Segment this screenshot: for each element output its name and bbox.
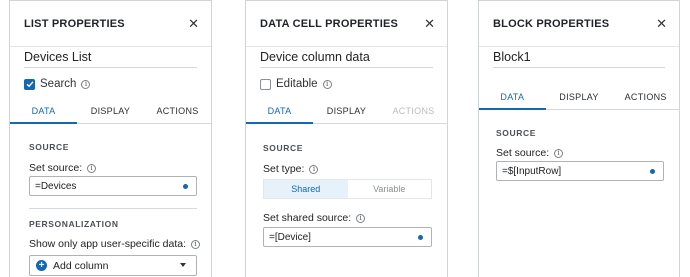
show-only-label: Show only app user-specific data: [29,238,187,250]
editable-checkbox[interactable] [260,78,271,90]
cell-name-field[interactable]: Device column data [260,47,433,68]
set-source-label-row: Set source: i [496,147,564,159]
show-only-label-row: Show only app user-specific data: i [29,238,201,250]
set-source-label: Set source: [29,162,83,174]
panel-title: DATA CELL PROPERTIES [260,17,399,30]
panel-header: BLOCK PROPERTIES ✕ [479,1,679,47]
list-tabs: DATA DISPLAY ACTIONS [10,101,211,124]
tab-data[interactable]: DATA [10,101,77,124]
tab-display[interactable]: DISPLAY [313,101,380,123]
tab-display[interactable]: DISPLAY [77,101,144,123]
info-icon[interactable]: i [322,79,332,89]
panel-title: LIST PROPERTIES [24,17,125,30]
tab-data[interactable]: DATA [479,87,546,110]
plus-circle-icon: + [36,260,47,271]
info-icon[interactable]: i [191,239,201,249]
binding-indicator-icon [418,234,423,240]
block-name-field[interactable]: Block1 [493,47,665,68]
shared-source-value: =[Device] [269,231,311,243]
block-properties-panel: BLOCK PROPERTIES ✕ Block1 DATA DISPLAY A… [478,0,680,277]
source-heading: SOURCE [263,143,303,153]
panel-header: LIST PROPERTIES ✕ [10,1,211,47]
tab-actions[interactable]: ACTIONS [144,101,211,123]
divider [29,208,197,209]
list-properties-panel: LIST PROPERTIES ✕ Devices List Search i … [9,0,212,277]
source-heading: SOURCE [496,128,536,138]
tab-display[interactable]: DISPLAY [546,87,613,109]
binding-indicator-icon [650,168,655,174]
shared-source-label: Set shared source: [263,212,352,224]
set-source-label-row: Set source: i [29,162,97,174]
source-input[interactable]: =Devices [29,176,197,196]
source-heading: SOURCE [29,142,69,152]
source-value: =Devices [35,180,77,192]
add-column-label: Add column [53,259,109,272]
editable-checkbox-row[interactable]: Editable i [260,77,332,91]
binding-indicator-icon [183,183,188,189]
source-input[interactable]: =$[InputRow] [496,161,664,181]
close-icon[interactable]: ✕ [424,17,435,30]
set-type-label-row: Set type: i [263,163,319,175]
close-icon[interactable]: ✕ [188,17,199,30]
search-label: Search [40,78,77,90]
tab-actions: ACTIONS [392,106,435,116]
info-icon[interactable]: i [309,164,319,174]
cell-tabs: DATA DISPLAY ACTIONS [246,101,447,124]
info-icon[interactable]: i [87,163,97,173]
panel-title: BLOCK PROPERTIES [493,17,610,30]
chevron-down-icon [180,263,186,267]
list-name-field[interactable]: Devices List [24,47,197,68]
tab-actions[interactable]: ACTIONS [612,87,679,109]
info-icon[interactable]: i [81,79,91,89]
add-column-dropdown[interactable]: + Add column [29,255,197,276]
shared-source-input[interactable]: =[Device] [263,227,432,247]
data-cell-properties-panel: DATA CELL PROPERTIES ✕ Device column dat… [245,0,448,277]
type-option-variable[interactable]: Variable [347,180,431,198]
checkmark-icon [26,81,34,88]
set-source-label: Set source: [496,147,550,159]
type-segmented-control: Shared Variable [263,179,432,199]
set-type-label: Set type: [263,163,305,175]
shared-source-label-row: Set shared source: i [263,212,366,224]
search-checkbox-row[interactable]: Search i [24,77,91,91]
type-option-shared[interactable]: Shared [264,180,348,198]
personalization-heading: PERSONALIZATION [29,219,119,229]
tab-data[interactable]: DATA [246,101,313,124]
editable-label: Editable [276,78,318,90]
info-icon[interactable]: i [554,148,564,158]
block-tabs: DATA DISPLAY ACTIONS [479,87,679,110]
search-checkbox[interactable] [24,78,35,90]
source-value: =$[InputRow] [502,165,562,177]
close-icon[interactable]: ✕ [656,17,667,30]
panel-header: DATA CELL PROPERTIES ✕ [246,1,447,47]
info-icon[interactable]: i [356,213,366,223]
